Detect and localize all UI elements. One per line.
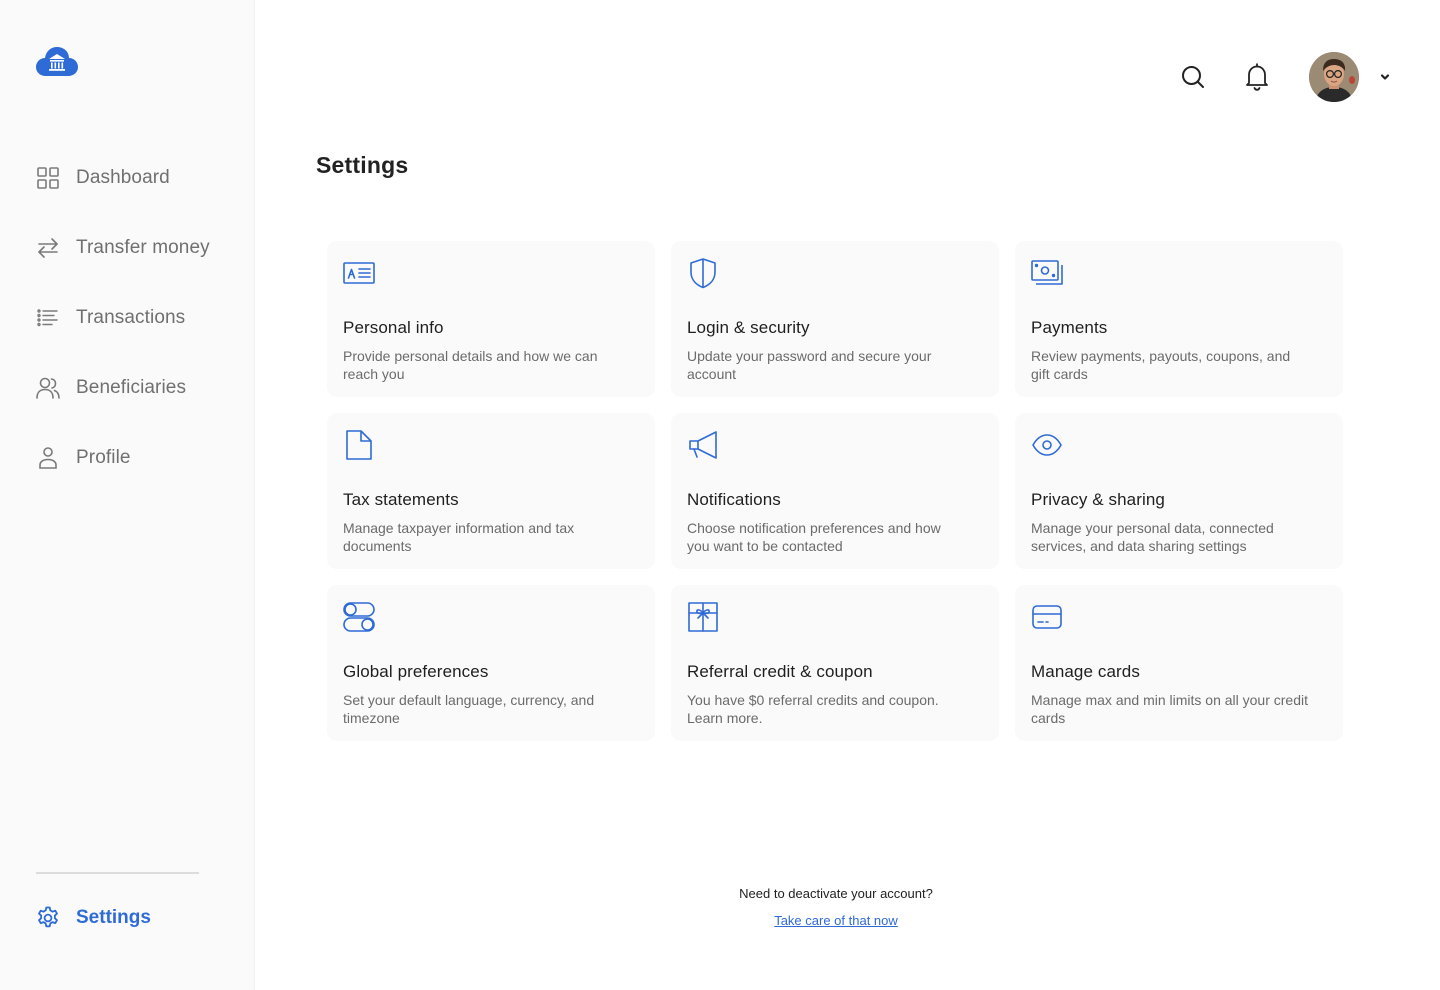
card-title: Tax statements — [343, 490, 459, 509]
sidebar-nav: Dashboard Transfer money Transactions Be… — [36, 160, 210, 510]
grid-icon — [36, 166, 60, 190]
card-title: Notifications — [687, 490, 781, 509]
card-description: Manage your personal data, connected ser… — [1031, 520, 1274, 554]
settings-grid: Personal info Provide personal details a… — [327, 241, 1343, 741]
bell-icon[interactable] — [1244, 63, 1270, 91]
sidebar-item-transactions[interactable]: Transactions — [36, 300, 210, 336]
settings-card-personal-info[interactable]: Personal info Provide personal details a… — [327, 241, 655, 397]
gear-icon — [36, 906, 60, 930]
chevron-down-icon[interactable] — [1378, 70, 1392, 84]
settings-card-payments[interactable]: Payments Review payments, payouts, coupo… — [1015, 241, 1343, 397]
card-description: You have $0 referral credits and coupon.… — [687, 692, 939, 726]
sidebar: Dashboard Transfer money Transactions Be… — [0, 0, 255, 990]
eye-icon — [1031, 429, 1063, 461]
sidebar-item-label: Transfer money — [76, 237, 210, 258]
sidebar-item-dashboard[interactable]: Dashboard — [36, 160, 210, 196]
card-title: Global preferences — [343, 662, 489, 681]
card-description: Set your default language, currency, and… — [343, 692, 595, 726]
settings-card-tax-statements[interactable]: Tax statements Manage taxpayer informati… — [327, 413, 655, 569]
sidebar-item-label: Transactions — [76, 307, 186, 328]
toggles-icon — [343, 601, 375, 633]
id-card-icon — [343, 257, 375, 289]
card-description: Choose notification preferences and how … — [687, 520, 941, 554]
page-title: Settings — [316, 152, 409, 178]
settings-card-notifications[interactable]: Notifications Choose notification prefer… — [671, 413, 999, 569]
users-icon — [36, 376, 60, 400]
card-description: Manage max and min limits on all your cr… — [1031, 692, 1309, 726]
card-description: Review payments, payouts, coupons, and g… — [1031, 348, 1291, 382]
card-description: Update your password and secure your acc… — [687, 348, 932, 382]
sidebar-item-label: Beneficiaries — [76, 377, 187, 398]
card-title: Login & security — [687, 318, 810, 337]
cloud-bank-icon[interactable] — [36, 46, 78, 78]
deactivate-question: Need to deactivate your account? — [739, 886, 933, 901]
settings-card-manage-cards[interactable]: Manage cards Manage max and min limits o… — [1015, 585, 1343, 741]
card-title: Privacy & sharing — [1031, 490, 1165, 509]
settings-card-privacy-sharing[interactable]: Privacy & sharing Manage your personal d… — [1015, 413, 1343, 569]
card-description: Manage taxpayer information and tax docu… — [343, 520, 575, 554]
sidebar-item-label: Profile — [76, 447, 131, 468]
sidebar-item-beneficiaries[interactable]: Beneficiaries — [36, 370, 210, 406]
transfer-arrows-icon — [36, 236, 60, 260]
sidebar-item-settings[interactable]: Settings — [36, 900, 151, 936]
sidebar-item-transfer-money[interactable]: Transfer money — [36, 230, 210, 266]
card-title: Referral credit & coupon — [687, 662, 873, 681]
settings-card-referral-credit[interactable]: Referral credit & coupon You have $0 ref… — [671, 585, 999, 741]
card-title: Manage cards — [1031, 662, 1140, 681]
sidebar-item-profile[interactable]: Profile — [36, 440, 210, 476]
search-icon[interactable] — [1180, 64, 1206, 90]
list-icon — [36, 306, 60, 330]
sidebar-item-label: Dashboard — [76, 167, 170, 188]
user-avatar[interactable] — [1309, 52, 1359, 102]
person-icon — [36, 446, 60, 470]
settings-card-global-preferences[interactable]: Global preferences Set your default lang… — [327, 585, 655, 741]
megaphone-icon — [687, 429, 719, 461]
sidebar-divider — [36, 872, 199, 874]
sidebar-item-label: Settings — [76, 907, 151, 928]
banknote-icon — [1031, 257, 1063, 289]
card-title: Personal info — [343, 318, 444, 337]
shield-icon — [687, 257, 719, 289]
settings-card-login-security[interactable]: Login & security Update your password an… — [671, 241, 999, 397]
card-title: Payments — [1031, 318, 1108, 337]
document-icon — [343, 429, 375, 461]
credit-card-icon — [1031, 601, 1063, 633]
gift-icon — [687, 601, 719, 633]
deactivate-account-link[interactable]: Take care of that now — [636, 913, 1036, 928]
card-description: Provide personal details and how we can … — [343, 348, 598, 382]
